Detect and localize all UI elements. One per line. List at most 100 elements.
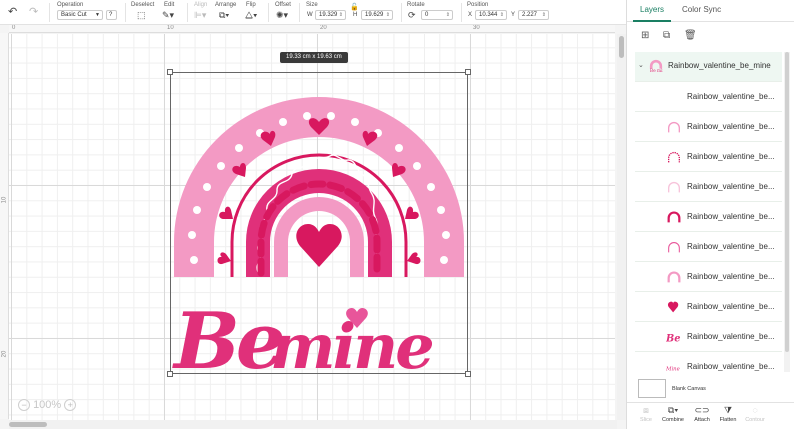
selection-box[interactable]	[167, 69, 471, 377]
layer-thumbnail	[668, 242, 680, 253]
position-x-input[interactable]: 10.344 ⇕	[475, 10, 507, 20]
horizontal-scrollbar[interactable]	[9, 420, 617, 429]
group-thumbnail: Be mine	[649, 59, 663, 73]
edit-label: Edit	[164, 2, 175, 8]
ruler-tick: 10	[1, 196, 8, 204]
resize-handle-bottom-right[interactable]	[465, 371, 471, 377]
layer-group[interactable]: ⌄ Be mine Rainbow_valentine_be_mine	[635, 58, 782, 76]
height-letter: H	[353, 12, 358, 18]
top-ruler: 0 10 20 30	[9, 25, 615, 33]
layer-thumbnail	[668, 151, 680, 163]
contour-button[interactable]: ◌ Contour	[742, 405, 768, 423]
layer-row[interactable]: Rainbow_valentine_be...	[635, 81, 782, 111]
size-label: Size	[306, 2, 318, 8]
panel-tabs: Layers Color Sync	[627, 0, 794, 22]
group-name: Rainbow_valentine_be_mine	[668, 61, 771, 70]
x-letter: X	[468, 12, 473, 18]
layer-row[interactable]: Rainbow_valentine_be...	[635, 291, 782, 321]
combine-label: Combine	[661, 417, 684, 423]
width-input[interactable]: 19.329 ⇕	[315, 10, 346, 20]
slice-label: Slice	[640, 417, 652, 423]
zoom-in-button[interactable]: +	[64, 399, 77, 412]
align-icon[interactable]: ⊫▾	[194, 11, 206, 20]
attach-button[interactable]: ⊂⊃ Attach	[689, 405, 715, 423]
panel-actions: ⧈ Slice ⧉▾ Combine ⊂⊃ Attach ⧩ Flatten ◌…	[627, 402, 794, 429]
layer-row[interactable]: Rainbow_valentine_be...	[635, 231, 782, 261]
layer-name: Rainbow_valentine_be...	[687, 152, 775, 161]
scroll-thumb[interactable]	[785, 52, 789, 352]
operation-select[interactable]: Basic Cut ▼	[57, 10, 103, 20]
deselect-icon[interactable]: ⬚	[137, 11, 146, 20]
layers-scrollbar[interactable]	[784, 52, 790, 372]
layer-row[interactable]: Be Rainbow_valentine_be...	[635, 321, 782, 351]
resize-handle-bottom-left[interactable]	[167, 371, 173, 377]
tab-layers[interactable]: Layers	[640, 5, 664, 14]
blank-canvas-swatch[interactable]	[638, 379, 666, 398]
layer-name: Rainbow_valentine_be...	[687, 302, 775, 311]
contour-label: Contour	[745, 417, 765, 423]
layer-name: Rainbow_valentine_be...	[687, 362, 775, 371]
arrange-icon[interactable]: ⧉▾	[219, 11, 229, 20]
position-y-input[interactable]: 2.227 ⇕	[518, 10, 549, 20]
zoom-out-button[interactable]: −	[18, 399, 30, 412]
layer-name: Rainbow_valentine_be...	[687, 272, 775, 281]
slice-button[interactable]: ⧈ Slice	[633, 405, 659, 423]
delete-icon[interactable]: 🗑	[684, 30, 697, 41]
operation-help-button[interactable]: ?	[106, 10, 117, 20]
vertical-scrollbar[interactable]	[617, 34, 626, 420]
layer-name: Rainbow_valentine_be...	[687, 242, 775, 251]
layer-thumbnail: Mine	[666, 367, 680, 373]
undo-icon[interactable]: ↶	[8, 7, 17, 18]
resize-handle-top-left[interactable]	[167, 69, 173, 75]
layer-row[interactable]: Rainbow_valentine_be...	[635, 261, 782, 291]
tab-color-sync[interactable]: Color Sync	[682, 5, 721, 14]
lock-icon[interactable]: 🔓	[350, 3, 359, 12]
layer-row[interactable]: Rainbow_valentine_be...	[635, 111, 782, 141]
flatten-label: Flatten	[719, 417, 737, 423]
combine-button[interactable]: ⧉▾ Combine	[660, 405, 686, 423]
scroll-thumb[interactable]	[619, 36, 624, 58]
duplicate-icon[interactable]: ⧉	[663, 30, 670, 41]
layer-name: Rainbow_valentine_be...	[687, 212, 775, 221]
layers-panel: Layers Color Sync ⊞ ⧉ 🗑 ⌄ Be mine Rainbo…	[626, 0, 794, 429]
width-value: 19.329	[319, 12, 338, 18]
layers-list: ⌄ Be mine Rainbow_valentine_be_mine Rain…	[635, 52, 782, 375]
chevron-down-icon: ▼	[95, 12, 100, 18]
redo-icon[interactable]: ↷	[29, 7, 38, 18]
blank-canvas-label: Blank Canvas	[672, 386, 706, 392]
layer-name: Rainbow_valentine_be...	[687, 92, 775, 101]
svg-text:Mine: Mine	[666, 367, 680, 373]
layer-name: Rainbow_valentine_be...	[687, 122, 775, 131]
layer-row[interactable]: Mine Rainbow_valentine_be...	[635, 351, 782, 375]
rotate-value: 0	[425, 12, 429, 18]
scroll-thumb[interactable]	[9, 422, 47, 427]
flatten-button[interactable]: ⧩ Flatten	[715, 405, 741, 423]
ruler-tick: 20	[1, 350, 8, 358]
resize-handle-top-right[interactable]	[465, 69, 471, 75]
layer-thumbnail	[668, 181, 680, 193]
offset-icon[interactable]: ✺▾	[276, 11, 288, 20]
rotate-input[interactable]: 0 ⇕	[421, 10, 453, 20]
align-label: Align	[194, 2, 208, 8]
layer-row[interactable]: Rainbow_valentine_be...	[635, 201, 782, 231]
operation-value: Basic Cut	[61, 12, 87, 18]
layer-row[interactable]: Rainbow_valentine_be...	[635, 171, 782, 201]
rotate-icon: ⟳	[408, 10, 416, 20]
layer-row[interactable]: Rainbow_valentine_be...	[635, 141, 782, 171]
y-letter: Y	[511, 12, 516, 18]
height-input[interactable]: 19.629 ⇕	[361, 10, 393, 20]
combine-icon: ⧉▾	[667, 405, 679, 415]
design-canvas[interactable]: 0 10 20 30 10 20 Be mine 19.33 cm x 19.6…	[0, 25, 626, 429]
svg-text:Be: Be	[666, 333, 680, 344]
layer-thumbnail	[668, 121, 680, 133]
edit-pen-icon[interactable]: ✎▾	[162, 11, 174, 20]
flip-icon[interactable]: ⧋▾	[245, 11, 257, 20]
chevron-down-icon[interactable]: ⌄	[638, 61, 644, 69]
position-label: Position	[467, 2, 489, 8]
attach-label: Attach	[694, 417, 710, 423]
group-icon[interactable]: ⊞	[641, 30, 649, 41]
attach-icon: ⊂⊃	[694, 405, 710, 415]
zoom-control: − 100% +	[18, 399, 77, 412]
active-tab-indicator	[633, 20, 671, 22]
arrange-label: Arrange	[215, 2, 237, 8]
